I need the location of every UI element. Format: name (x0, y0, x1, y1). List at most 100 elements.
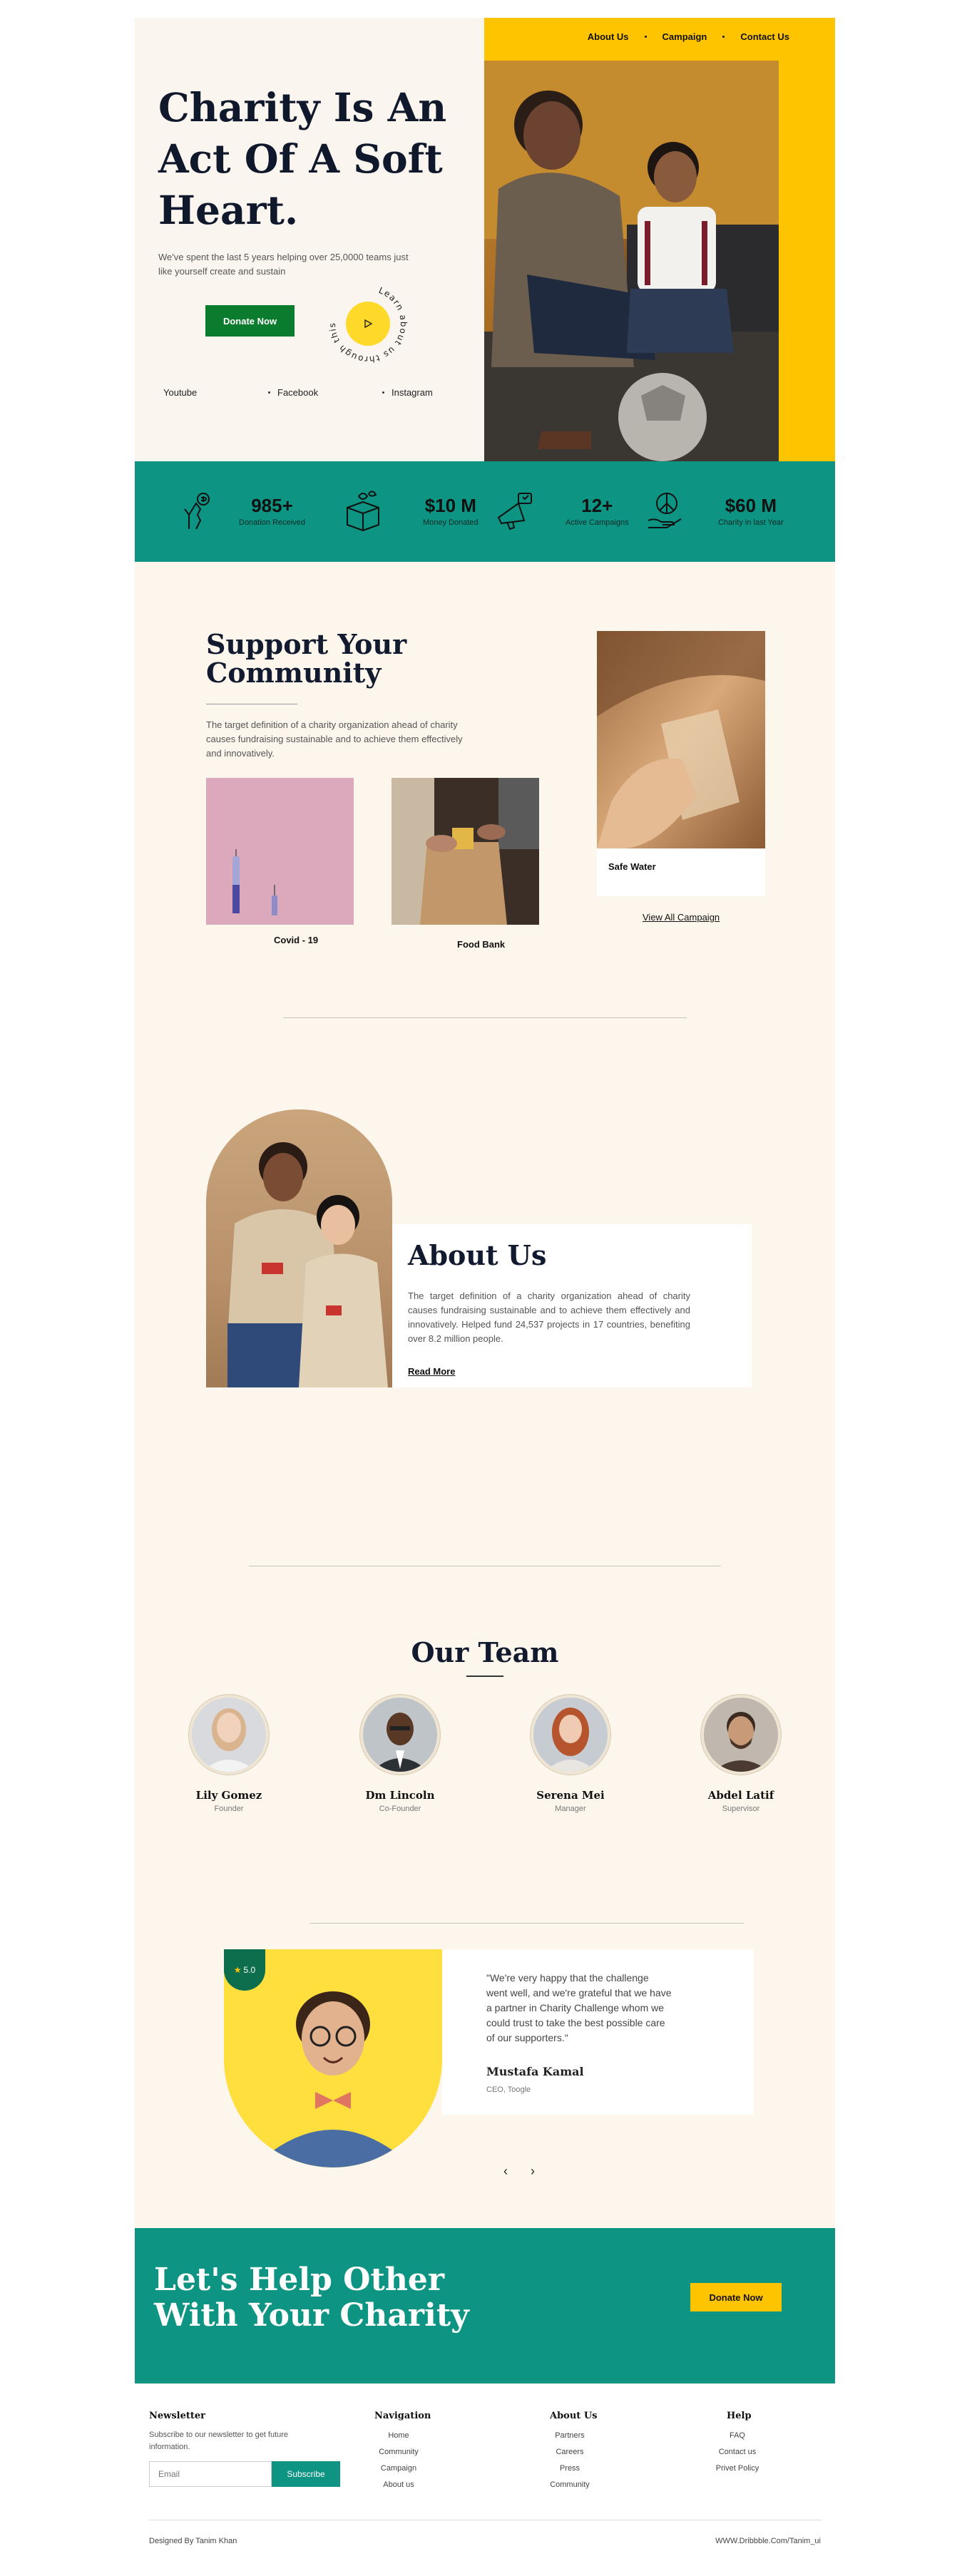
footer-link[interactable]: Privet Policy (705, 2460, 769, 2477)
member-name: Abdel Latif (707, 1789, 774, 1802)
section-divider (283, 1017, 687, 1018)
cta-title: Let's Help Other With Your Charity (154, 2262, 469, 2334)
separator-dot (644, 36, 647, 38)
team-member[interactable]: Abdel Latif Supervisor (670, 1695, 812, 1813)
syringe-illustration (206, 778, 354, 925)
support-title: Support Your Community (206, 628, 407, 689)
hero-photo (484, 61, 779, 461)
stat-charity: $60 M Charity in last Year (643, 488, 784, 533)
member-role: Manager (555, 1805, 586, 1813)
donate-now-button[interactable]: Donate Now (205, 305, 295, 337)
nav-contact-us[interactable]: Contact Us (740, 31, 789, 42)
member-role: Founder (214, 1805, 244, 1813)
hero-left: Charity Is An Act Of A Soft Heart. We've… (135, 18, 506, 461)
about-photo (206, 1109, 392, 1387)
nav-about-us[interactable]: About Us (588, 31, 629, 42)
play-icon (364, 319, 373, 329)
page: Charity Is An Act Of A Soft Heart. We've… (135, 18, 835, 2576)
about-card: About Us The target definition of a char… (392, 1224, 752, 1387)
star-icon: ★ (233, 1965, 242, 1975)
team-title: Our Team (411, 1636, 559, 1668)
testimonial-name: Mustafa Kamal (486, 2065, 584, 2078)
play-video-button[interactable] (346, 302, 390, 346)
footer-link[interactable]: Community (541, 2477, 598, 2493)
divider (466, 1676, 503, 1677)
rating-badge: ★ 5.0 (224, 1949, 265, 1991)
footer-help-heading: Help (727, 2411, 752, 2421)
support-description: The target definition of a charity organ… (206, 719, 463, 759)
footer-link[interactable]: Campaign (370, 2460, 427, 2477)
subscribe-button[interactable]: Subscribe (272, 2461, 340, 2487)
prev-arrow-icon[interactable]: ‹ (503, 2164, 508, 2179)
member-role: Co-Founder (379, 1805, 421, 1813)
footer: Newsletter Subscribe to our newsletter t… (135, 2383, 835, 2576)
food-bank-card-image[interactable] (392, 778, 539, 925)
read-more-link[interactable]: Read More (408, 1366, 455, 1377)
gift-box-icon (347, 491, 379, 532)
hero-title: Charity Is An Act Of A Soft Heart. (158, 84, 447, 233)
safe-water-card[interactable]: Safe Water (597, 631, 765, 896)
footer-link[interactable]: FAQ (705, 2428, 769, 2444)
footer-newsletter-text: Subscribe to our newsletter to get futur… (149, 2431, 289, 2451)
hero-illustration (484, 61, 779, 461)
avatar (701, 1695, 781, 1775)
view-all-campaign-link[interactable]: View All Campaign (643, 912, 720, 923)
cta-banner: Let's Help Other With Your Charity Donat… (135, 2228, 835, 2383)
footer-link[interactable]: Careers (541, 2444, 598, 2460)
volunteers-illustration (227, 1142, 388, 1387)
team-member[interactable]: Serena Mei Manager (499, 1695, 642, 1813)
avatar (189, 1695, 269, 1775)
member-name: Serena Mei (536, 1789, 605, 1802)
testimonial-card: "We're very happy that the challenge wen… (442, 1949, 754, 2115)
stat-value: 985+ (251, 494, 293, 516)
separator-dot (722, 36, 725, 38)
stat-label: Active Campaigns (566, 518, 629, 527)
stat-value: $60 M (725, 494, 777, 516)
card-caption-covid: Covid - 19 (274, 935, 319, 945)
peace-hand-icon (648, 493, 682, 528)
rating-value: 5.0 (243, 1965, 256, 1975)
footer-about-heading: About Us (550, 2411, 598, 2421)
avatar (360, 1695, 440, 1775)
stat-money: $10 M Money Donated (340, 488, 479, 533)
covid-card-image[interactable] (206, 778, 354, 925)
social-link-youtube[interactable]: Youtube (163, 387, 197, 398)
social-link-instagram[interactable]: Instagram (392, 387, 433, 398)
cta-donate-button[interactable]: Donate Now (690, 2283, 782, 2311)
footer-help-list: FAQ Contact us Privet Policy (705, 2428, 769, 2477)
social-link-facebook[interactable]: Facebook (277, 387, 318, 398)
testimonial-photo: ★ 5.0 (224, 1949, 442, 2167)
footer-link[interactable]: Press (541, 2460, 598, 2477)
footer-url-link[interactable]: WWW.Dribbble.Com/Tanim_ui (715, 2537, 821, 2545)
team-member[interactable]: Dm Lincoln Co-Founder (329, 1695, 471, 1813)
email-field[interactable] (149, 2461, 272, 2487)
megaphone-icon (497, 493, 532, 530)
footer-navigation-heading: Navigation (374, 2411, 431, 2421)
stat-label: Charity in last Year (718, 518, 784, 527)
member-name: Dm Lincoln (365, 1789, 435, 1802)
stats-bar: 985+ Donation Received $10 M Money Donat… (135, 461, 835, 562)
stat-donations: 985+ Donation Received (176, 488, 305, 533)
nav-campaign[interactable]: Campaign (662, 31, 707, 42)
hero-description: We've spent the last 5 years helping ove… (158, 252, 409, 277)
footer-navigation-list: Home Community Campaign About us (370, 2428, 427, 2493)
footer-link[interactable]: About us (370, 2477, 427, 2493)
footer-about-list: Partners Careers Press Community (541, 2428, 598, 2493)
social-links: Youtube Facebook Instagram (163, 387, 506, 398)
card-caption-food-bank: Food Bank (457, 939, 506, 950)
footer-link[interactable]: Home (370, 2428, 427, 2444)
next-arrow-icon[interactable]: › (531, 2164, 535, 2179)
safe-water-image (597, 631, 765, 848)
avatar (531, 1695, 610, 1775)
footer-link[interactable]: Partners (541, 2428, 598, 2444)
footer-link[interactable]: Contact us (705, 2444, 769, 2460)
stat-label: Donation Received (239, 518, 305, 527)
about-description: The target definition of a charity organ… (408, 1290, 690, 1344)
donation-hand-icon (184, 493, 210, 530)
about-title: About Us (408, 1239, 547, 1271)
team-member[interactable]: Lily Gomez Founder (158, 1695, 300, 1813)
top-nav: About Us Campaign Contact Us (588, 31, 789, 42)
stat-value: 12+ (581, 494, 613, 516)
footer-newsletter-heading: Newsletter (149, 2411, 206, 2421)
footer-link[interactable]: Community (370, 2444, 427, 2460)
